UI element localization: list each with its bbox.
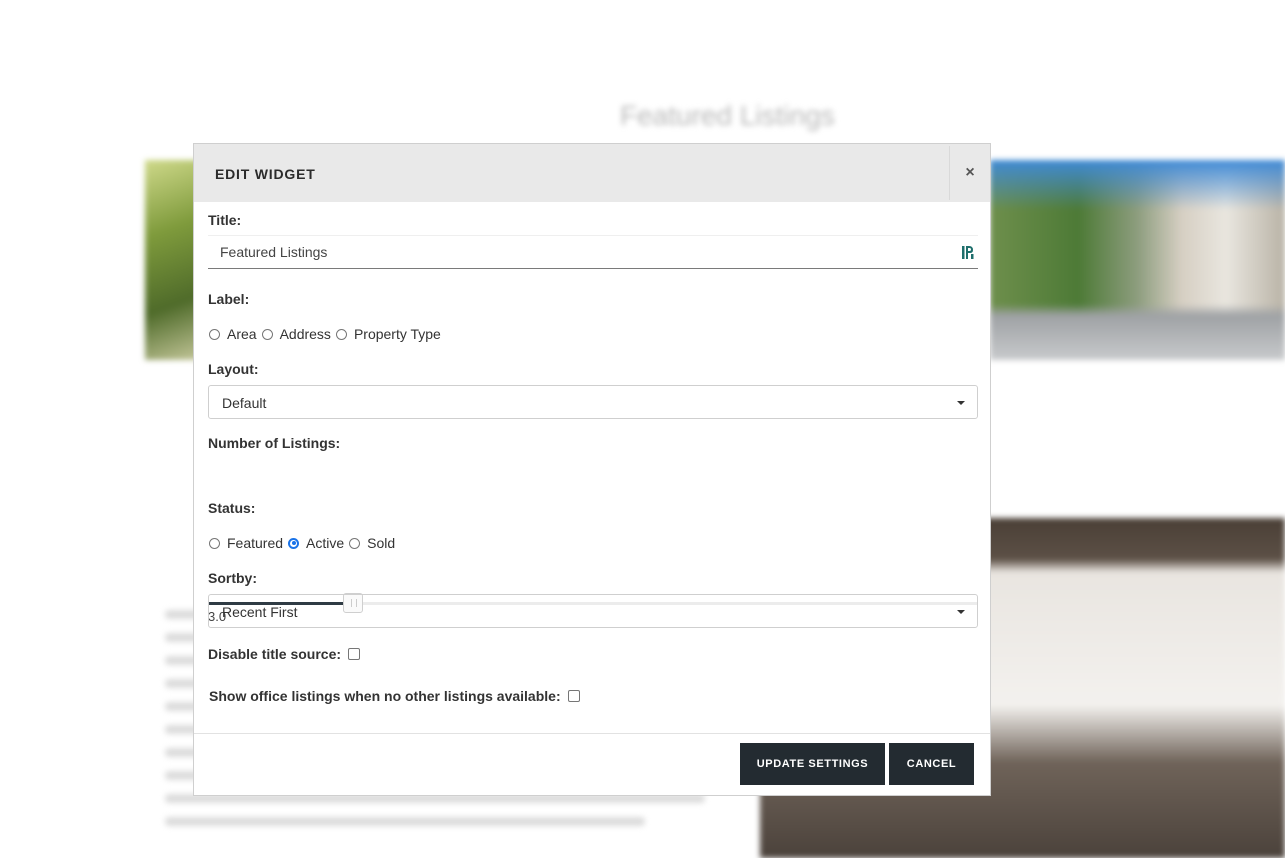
edit-widget-modal: EDIT WIDGET × Title: Label: Area Address… xyxy=(193,143,991,796)
disable-title-source-row: Disable title source: xyxy=(208,646,360,662)
modal-footer-divider xyxy=(194,733,990,734)
label-area-text: Area xyxy=(227,326,257,342)
modal-header: EDIT WIDGET × xyxy=(194,144,990,202)
chevron-down-icon xyxy=(957,610,965,614)
status-featured-radio[interactable] xyxy=(209,537,220,549)
status-active-text: Active xyxy=(306,535,345,551)
label-address-text: Address xyxy=(279,326,331,342)
title-label: Title: xyxy=(208,212,242,228)
number-of-listings-label: Number of Listings: xyxy=(208,435,341,451)
status-sold-text: Sold xyxy=(367,535,396,551)
show-office-listings-checkbox[interactable] xyxy=(567,690,580,702)
title-input[interactable] xyxy=(220,236,940,268)
sortby-select[interactable]: Recent First xyxy=(208,594,978,628)
title-field xyxy=(208,235,978,269)
sortby-label: Sortby: xyxy=(208,570,257,586)
title-source-icon[interactable] xyxy=(962,245,974,260)
background-heading: Featured Listings xyxy=(620,100,835,131)
status-label: Status: xyxy=(208,500,256,516)
status-active-radio[interactable] xyxy=(288,537,300,549)
label-area-radio[interactable] xyxy=(209,328,220,340)
label-property-type-text: Property Type xyxy=(353,326,441,342)
close-button[interactable]: × xyxy=(949,146,990,200)
show-office-listings-label: Show office listings when no other listi… xyxy=(209,688,561,704)
modal-title: EDIT WIDGET xyxy=(215,166,316,182)
chevron-down-icon xyxy=(957,401,965,405)
layout-select[interactable]: Default xyxy=(208,385,978,419)
disable-title-source-label: Disable title source: xyxy=(208,646,342,662)
close-icon: × xyxy=(965,164,975,181)
update-settings-button[interactable]: UPDATE SETTINGS xyxy=(740,743,885,785)
background-photo-house xyxy=(990,160,1285,360)
status-radio-group: Featured Active Sold xyxy=(208,535,399,551)
sortby-select-value: Recent First xyxy=(222,604,298,620)
disable-title-source-checkbox[interactable] xyxy=(347,648,360,660)
show-office-listings-row: Show office listings when no other listi… xyxy=(209,688,580,704)
label-radio-group: Area Address Property Type xyxy=(208,326,445,342)
status-sold-radio[interactable] xyxy=(349,537,361,549)
cancel-button[interactable]: CANCEL xyxy=(889,743,974,785)
layout-label: Layout: xyxy=(208,361,259,377)
label-property-type-radio[interactable] xyxy=(335,328,347,340)
status-featured-text: Featured xyxy=(227,535,284,551)
layout-select-value: Default xyxy=(222,395,267,411)
label-label: Label: xyxy=(208,291,250,307)
label-address-radio[interactable] xyxy=(261,328,273,340)
